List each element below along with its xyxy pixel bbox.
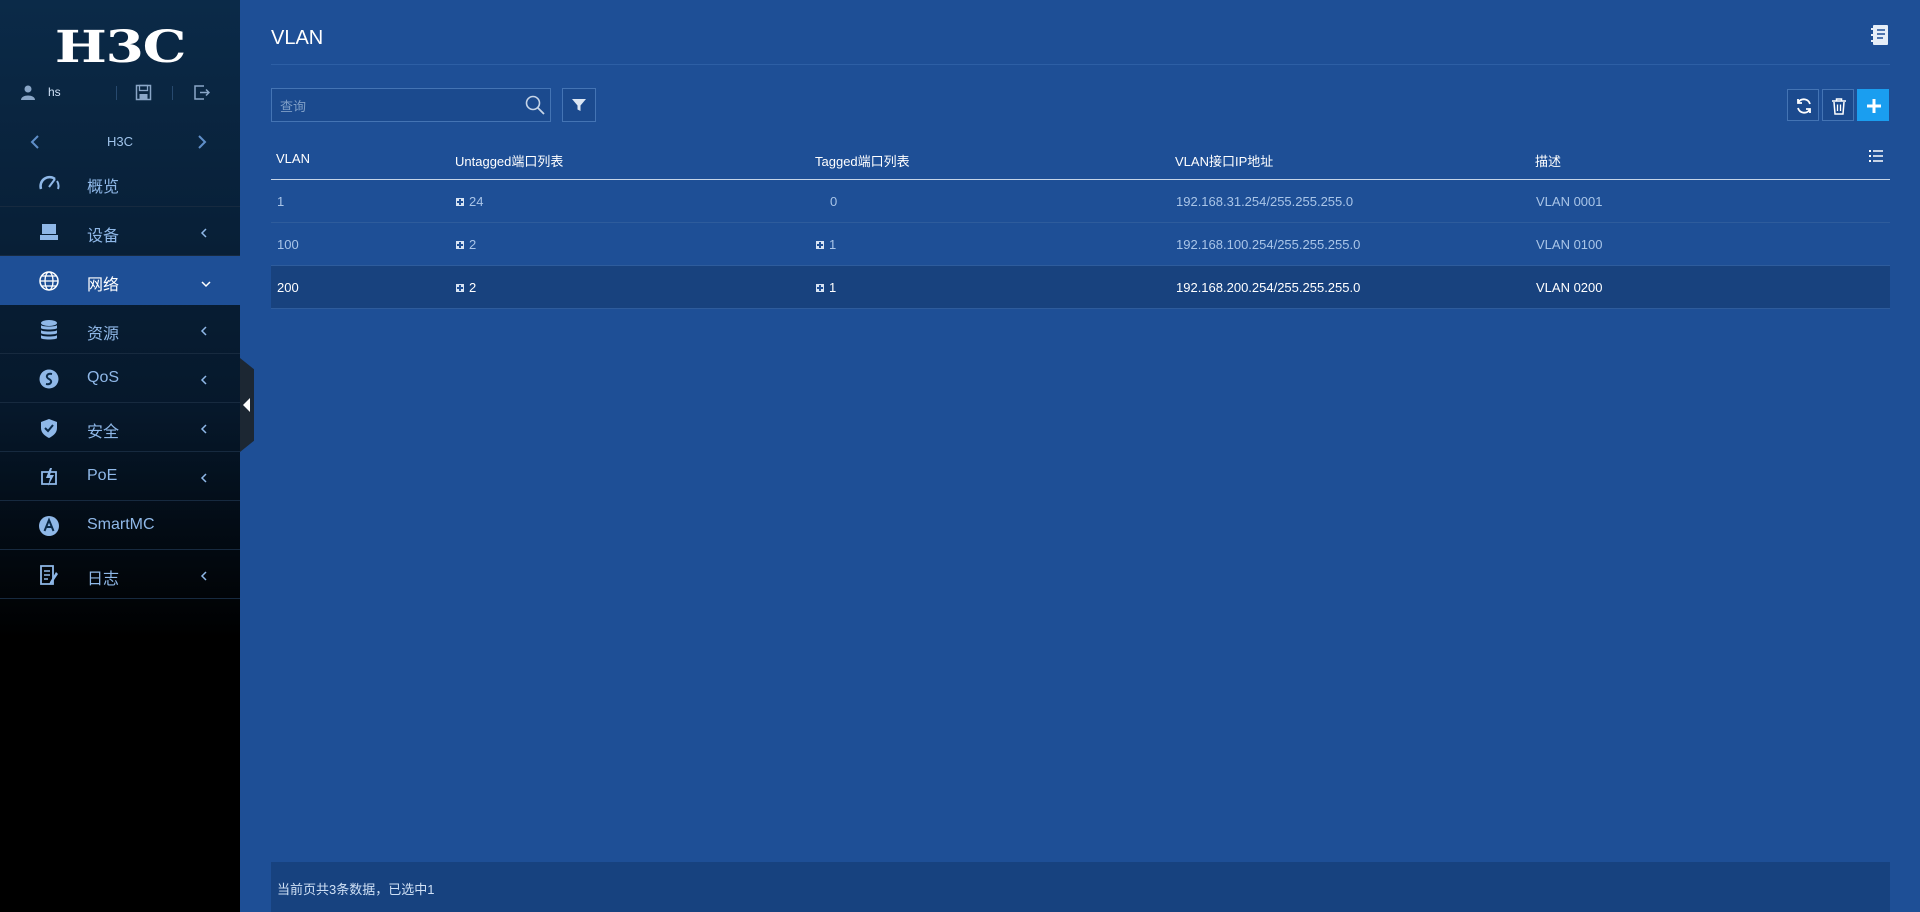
expand-icon[interactable] [456,284,464,292]
shield-icon [38,417,60,439]
sidebar-item-log[interactable]: 日志 [0,550,240,599]
table-footer: 当前页共3条数据，已选中1 [271,862,1890,912]
chevron-left-icon [200,471,208,489]
smartmc-icon [38,515,60,537]
sidebar-item-resources[interactable]: 资源 [0,305,240,354]
chevron-left-icon [200,569,208,587]
search-input[interactable] [280,96,510,116]
sidebar-item-security[interactable]: 安全 [0,403,240,452]
sidebar-item-smartmc[interactable]: SmartMC [0,501,240,550]
refresh-button[interactable] [1787,89,1819,121]
cell-tagged: 1 [816,280,836,295]
selection-status: 当前页共3条数据，已选中1 [277,882,435,897]
help-book-icon[interactable] [1870,24,1890,51]
qos-icon [38,368,60,390]
search-box [271,88,551,122]
cell-ip: 192.168.100.254/255.255.255.0 [1176,237,1361,252]
expand-icon[interactable] [816,284,824,292]
column-header-untagged[interactable]: Untagged端口列表 [455,151,563,170]
cell-tagged: 0 [830,194,838,209]
cell-ip: 192.168.31.254/255.255.255.0 [1176,194,1354,209]
page-title: VLAN [271,27,324,49]
cell-untagged: 2 [456,237,476,252]
sidebar: H3C hs H3C 概览 设备 网络 资源 QoS 安全 PoE SmartM… [0,0,240,912]
logout-icon[interactable] [193,84,211,106]
trash-icon [1832,98,1846,115]
plus-icon [1867,99,1881,113]
chevron-right-icon[interactable] [196,134,208,155]
sidebar-item-label: 概览 [87,179,120,196]
cell-vlan: 1 [277,194,285,209]
device-switcher: H3C [0,130,240,154]
sidebar-item-network[interactable]: 网络 [0,256,240,305]
h3c-logo: H3C [54,22,187,73]
expand-icon[interactable] [816,241,824,249]
column-header-ip[interactable]: VLAN接口IP地址 [1175,151,1273,170]
chevron-left-icon [200,226,208,244]
expand-icon[interactable] [456,241,464,249]
dashboard-icon [38,172,60,194]
main-content: VLAN VLAN Untagged端口列表 Tagged端口列表 VLAN接口… [271,0,1890,912]
refresh-icon [1797,98,1811,114]
sidebar-item-label: PoE [87,467,118,484]
sidebar-item-label: 设备 [87,228,120,245]
add-button[interactable] [1857,89,1889,121]
table-header: VLAN Untagged端口列表 Tagged端口列表 VLAN接口IP地址 … [271,140,1890,180]
cell-vlan: 100 [277,237,299,252]
column-header-vlan[interactable]: VLAN [276,151,310,166]
sidebar-item-label: 资源 [87,326,120,343]
sidebar-item-poe[interactable]: PoE [0,452,240,501]
sidebar-item-qos[interactable]: QoS [0,354,240,403]
filter-icon [572,99,586,111]
user-toolbar: hs [0,80,240,106]
chevron-down-icon [200,275,212,293]
vlan-table: VLAN Untagged端口列表 Tagged端口列表 VLAN接口IP地址 … [271,140,1890,309]
cell-description: VLAN 0200 [1536,280,1603,295]
expand-icon[interactable] [456,198,464,206]
sidebar-collapse-handle[interactable] [240,358,254,452]
delete-button[interactable] [1822,89,1854,121]
device-icon [38,221,60,243]
globe-icon [38,270,60,292]
table-row[interactable]: 200 2 1 192.168.200.254/255.255.255.0 VL… [271,266,1890,309]
user-icon [20,84,36,105]
chevron-left-icon [200,373,208,391]
table-row[interactable]: 1 24 0 192.168.31.254/255.255.255.0 VLAN… [271,180,1890,223]
chevron-left-icon [200,324,208,342]
sidebar-item-label: 网络 [87,277,120,294]
column-header-tagged[interactable]: Tagged端口列表 [815,151,910,170]
log-icon [38,564,60,586]
cell-vlan: 200 [277,280,299,295]
column-header-description[interactable]: 描述 [1535,151,1561,170]
column-settings-icon[interactable] [1868,149,1884,168]
divider [271,64,1890,65]
collapse-arrow-icon [243,398,250,412]
cell-untagged: 2 [456,280,476,295]
database-icon [38,319,60,341]
cell-description: VLAN 0100 [1536,237,1603,252]
sidebar-item-device[interactable]: 设备 [0,207,240,256]
search-icon[interactable] [524,94,546,121]
sidebar-item-overview[interactable]: 概览 [0,158,240,207]
cell-untagged: 24 [456,194,483,209]
sidebar-item-label: SmartMC [87,516,155,533]
cell-tagged: 1 [816,237,836,252]
filter-button[interactable] [562,88,596,122]
sidebar-item-label: QoS [87,369,120,386]
username: hs [48,85,61,99]
divider [172,86,173,100]
table-row[interactable]: 100 2 1 192.168.100.254/255.255.255.0 VL… [271,223,1890,266]
sidebar-item-label: 日志 [87,571,120,588]
cell-ip: 192.168.200.254/255.255.255.0 [1176,280,1361,295]
poe-icon [38,466,60,488]
sidebar-item-label: 安全 [87,424,120,441]
divider [116,86,117,100]
chevron-left-icon [200,422,208,440]
sidebar-menu: 概览 设备 网络 资源 QoS 安全 PoE SmartMC 日志 [0,158,240,599]
cell-description: VLAN 0001 [1536,194,1603,209]
save-icon[interactable] [135,84,152,106]
